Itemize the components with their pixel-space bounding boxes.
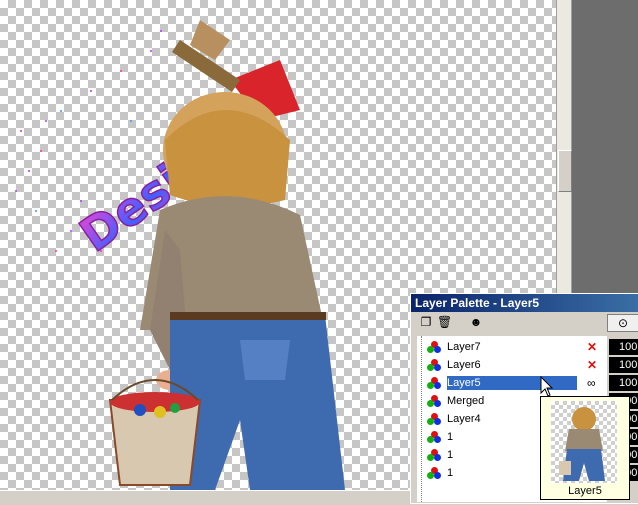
new-layer-icon[interactable]: ❐ xyxy=(419,315,433,329)
palette-title[interactable]: Layer Palette - Layer5 xyxy=(411,294,638,312)
layer-type-icon xyxy=(427,341,441,354)
layer-hidden-icon[interactable]: ✕ xyxy=(587,359,597,371)
layer-name[interactable]: Layer5 xyxy=(447,376,577,390)
layer-type-icon xyxy=(427,377,441,390)
layer-type-icon xyxy=(427,431,441,444)
layer-type-icon xyxy=(427,413,441,426)
layer-visible-icon[interactable]: ∞ xyxy=(587,377,596,389)
layer-type-icon xyxy=(427,359,441,372)
thumbnail-caption: Layer5 xyxy=(568,485,602,497)
layer-opacity[interactable]: 100 xyxy=(609,357,638,373)
horizontal-scrollbar[interactable] xyxy=(0,490,412,505)
layer-type-icon xyxy=(427,395,441,408)
layer-type-icon xyxy=(427,449,441,462)
layer-row[interactable]: Layer5 ∞ xyxy=(417,374,607,392)
mask-icon[interactable]: ☻ xyxy=(469,315,483,329)
scrollbar-thumb[interactable] xyxy=(558,150,572,192)
layer-type-icon xyxy=(427,467,441,480)
layer-hidden-icon[interactable]: ✕ xyxy=(587,341,597,353)
delete-layer-icon[interactable]: 🗑 xyxy=(437,315,452,329)
palette-toolbar: ❐ 🗑 ☻ ⊙ xyxy=(411,312,638,332)
mouse-pointer-icon xyxy=(540,376,554,397)
layer-opacity[interactable]: 100 xyxy=(609,375,638,391)
layer-name[interactable]: Layer7 xyxy=(447,340,577,354)
glasses-icon[interactable]: ⊙ xyxy=(607,314,638,332)
layer-row[interactable]: Layer6 ✕ xyxy=(417,356,607,374)
layer-row[interactable]: Layer7 ✕ xyxy=(417,338,607,356)
layer-thumbnail xyxy=(551,401,617,483)
layer-opacity[interactable]: 100 xyxy=(609,339,638,355)
layer-thumbnail-tooltip: Layer5 xyxy=(540,396,630,500)
vertical-scrollbar[interactable] xyxy=(556,0,572,300)
layer-name[interactable]: Layer6 xyxy=(447,358,577,372)
